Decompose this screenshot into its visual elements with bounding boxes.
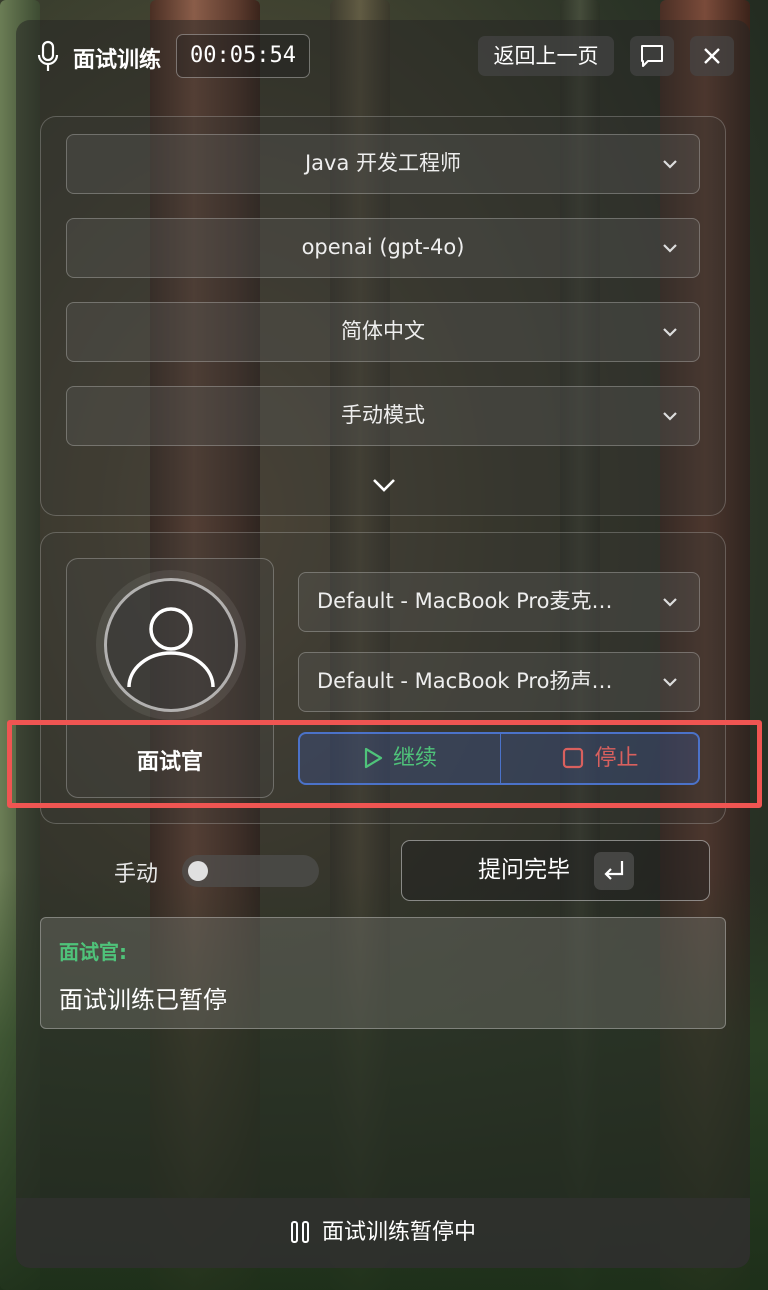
microphone-select[interactable]: Default - MacBook Pro麦克…: [298, 572, 700, 632]
message-text: 面试训练已暂停: [59, 986, 227, 1014]
microphone-select-value: Default - MacBook Pro麦克…: [317, 589, 613, 613]
message-speaker: 面试官:: [59, 940, 127, 964]
page-title: 面试训练: [73, 48, 162, 73]
close-button[interactable]: [690, 36, 734, 76]
chevron-down-icon: [663, 328, 677, 337]
close-icon: [704, 48, 720, 64]
chat-bubble-icon: [641, 45, 663, 67]
speaker-select-value: Default - MacBook Pro扬声…: [317, 669, 613, 693]
pause-icon: [290, 1221, 309, 1243]
back-button[interactable]: 返回上一页: [478, 36, 614, 76]
session-timer: 00:05:54: [176, 34, 310, 78]
chat-button[interactable]: [630, 36, 674, 76]
manual-label: 手动: [114, 862, 159, 887]
language-select-value: 简体中文: [341, 319, 425, 343]
question-done-label: 提问完毕: [478, 857, 570, 883]
chevron-down-icon: [663, 598, 677, 607]
avatar: [104, 578, 238, 712]
status-text: 面试训练暂停中: [321, 1220, 476, 1245]
mode-select-value: 手动模式: [341, 403, 425, 427]
role-select[interactable]: Java 开发工程师: [66, 134, 700, 194]
user-icon: [127, 607, 215, 688]
chevron-down-icon: [663, 412, 677, 421]
toggle-knob: [188, 861, 208, 881]
chevron-down-icon: [663, 160, 677, 169]
microphone-icon: [37, 40, 59, 71]
header: 面试训练 00:05:54 返回上一页: [16, 20, 750, 92]
message-box: 面试官: 面试训练已暂停: [40, 917, 726, 1029]
language-select[interactable]: 简体中文: [66, 302, 700, 362]
chevron-down-icon: [663, 244, 677, 253]
mode-select[interactable]: 手动模式: [66, 386, 700, 446]
question-done-button[interactable]: 提问完毕: [401, 840, 710, 901]
status-footer: 面试训练暂停中: [16, 1198, 750, 1268]
speaker-select[interactable]: Default - MacBook Pro扬声…: [298, 652, 700, 712]
chevron-down-icon: [663, 678, 677, 687]
model-select-value: openai (gpt-4o): [301, 235, 465, 259]
highlight-box: [7, 720, 762, 808]
model-select[interactable]: openai (gpt-4o): [66, 218, 700, 278]
expand-chevron-icon[interactable]: [370, 474, 398, 496]
manual-toggle[interactable]: [182, 855, 319, 887]
enter-key-icon: [594, 852, 634, 890]
role-select-value: Java 开发工程师: [304, 151, 462, 175]
